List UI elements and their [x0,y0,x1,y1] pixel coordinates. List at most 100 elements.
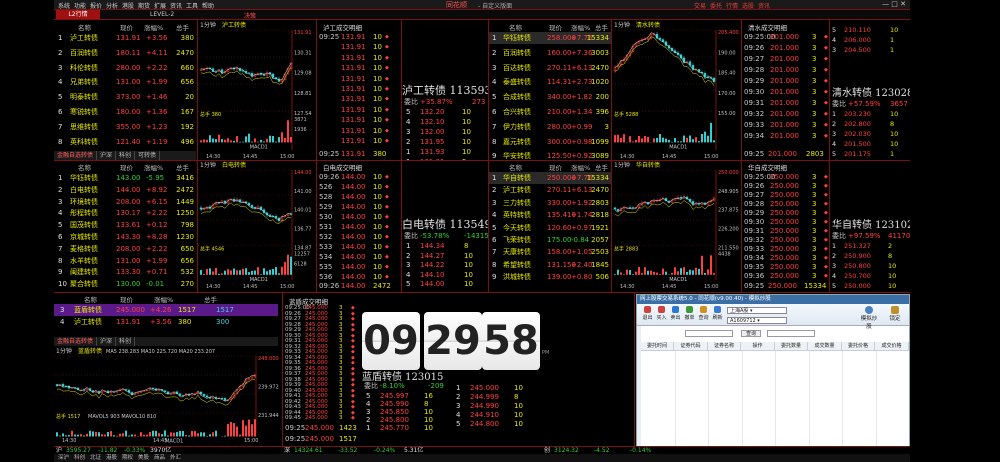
kline-chart-right-top[interactable]: 1分钟 清水转债 205.400 190.00 185.40 170.00 155.00 总手… [612,20,740,160]
table-row[interactable]: 1 华自转债 250.000 +7.76 15334 [489,172,611,184]
list-tab[interactable]: 金融自选转债 [54,337,98,346]
table-row[interactable]: 5 国茂转债 133.61 +0.12 798 [54,219,196,231]
kline-chart-mid[interactable]: 1分钟 白电转债144.00141.00140.01136.77134.87总手 … [198,160,316,290]
market-tab[interactable]: 港股 [106,454,117,462]
menu-item[interactable]: 资讯 [170,1,182,10]
table-row[interactable]: 2 百润转债 160.00 +7.36 3003 [489,47,611,59]
tab-l2[interactable]: L2行情 [56,10,100,19]
table-row[interactable]: 6 合兴转债 210.00 +1.34 396 [489,106,611,118]
kline-chart-top[interactable]: 1分钟 泸工转债131.91130.31129.08128.81127.54总手 … [198,20,316,160]
account-id-select[interactable]: A1609712 ▾ [727,317,787,324]
menu-item[interactable]: 报价 [90,1,102,10]
query-button[interactable]: 查询 [697,306,710,321]
table-row[interactable]: 4 泰盛转债 114.31 +2.73 1020 [489,76,611,88]
column-header[interactable]: 成交数量 [809,342,842,351]
list-tab[interactable]: 沪深 [97,151,117,160]
table-row[interactable]: 2 白电转债 144.00 +8.92 2472 [54,184,196,196]
table-row[interactable]: 4 泸工转债 131.91 +3.56 380 300 [54,316,278,328]
change: +8.92 [146,185,168,194]
right-menu-item[interactable]: 交易 [694,1,706,10]
right-menu-item[interactable]: 选股 [742,1,754,10]
column-header[interactable]: 成交价格 [876,342,909,351]
sell-button[interactable]: 卖出 [669,306,682,321]
menu-item[interactable]: 扩展 [154,1,166,10]
list-tab[interactable]: 可转债 [135,151,161,160]
right-menu-item[interactable]: 资讯 [758,1,770,10]
table-row[interactable]: 6 京城转债 143.30 +8.28 1230 [54,231,196,243]
column-header[interactable]: 证券名称 [708,342,741,351]
table-row[interactable]: 8 英科转债 121.40 +1.19 496 [54,136,196,148]
table-row[interactable]: 9 华安转债 125.50 +0.92 3089 [489,150,611,160]
table-row[interactable]: 3 科伦转债 280.00 +2.22 660 [54,62,196,74]
market-tab[interactable]: 科创 [74,454,85,462]
cancel-button[interactable]: 撤单 [683,306,696,321]
table-row[interactable]: 1 泸工转债 131.91 +3.56 380 [54,32,196,44]
lock-button[interactable]: 锁定 [885,306,905,322]
market-tab[interactable]: 商品 [154,454,165,462]
simulate-button[interactable]: 模拟炒股 [859,306,879,330]
table-row[interactable]: 5 合成转债 340.00 +1.82 200 [489,91,611,103]
table-row[interactable]: 3 蓝盾转债 245.000 +4.26 1517 1517 [54,304,278,316]
table-row[interactable]: 3 环境转债 208.00 +6.15 1449 [54,196,196,208]
tab-decision[interactable]: 决策 [244,11,256,20]
tab-level2[interactable]: LEVEL-2 [150,11,174,18]
table-row[interactable]: 8 嘉元转债 300.00 +0.98 1099 [489,136,611,148]
table-row[interactable]: 7 天康转债 158.00 +1.05 2503 [489,246,611,258]
right-menu-item[interactable]: 行情 [726,1,738,10]
table-row[interactable]: 5 今天转债 120.60 +0.97 1921 [489,222,611,234]
table-row[interactable]: 5 明泰转债 373.00 +1.46 20 [54,91,196,103]
table-row[interactable]: 3 百达转债 270.11 +6.13 2470 [489,62,611,74]
menu-item[interactable]: 期货 [138,1,150,10]
table-row[interactable]: 3 三力转债 330.00 +1.92 2803 [489,197,611,209]
table-row[interactable]: 4 彤程转债 130.17 +2.22 1250 [54,207,196,219]
table-row[interactable]: 6 寒锐转债 180.00 +1.36 167 [54,106,196,118]
buy-button[interactable]: 买入 [655,306,668,321]
menu-item[interactable]: 港股 [122,1,134,10]
table-row[interactable]: 7 麦格转债 208.00 +2.22 650 [54,243,196,255]
market-tab[interactable]: 外汇 [170,454,181,462]
menu-item[interactable]: 帮助 [202,1,214,10]
list-tab[interactable]: 金融自选转债 [54,151,98,160]
menu-item[interactable]: 工具 [186,1,198,10]
table-row[interactable]: 2 泸工转债 270.11 +6.13 2470 [489,184,611,196]
market-tab[interactable]: 美股 [138,454,149,462]
table-row[interactable]: 4 英特转债 135.410 +1.74 2818 [489,209,611,221]
list-tab[interactable]: 沪深 [97,337,117,346]
table-row[interactable]: 9 洪城转债 139.00 +0.80 506 [489,271,611,283]
account-select[interactable]: 上海A股 ▾ [727,307,787,314]
kline-chart-bottom[interactable]: 1分钟 蓝盾转债 MA5 238.283 MA10 225.720 MA20 233… [54,346,280,444]
table-row[interactable]: 9 闽建转债 133.30 +0.71 532 [54,266,196,278]
list-tab[interactable]: 科创 [116,337,136,346]
column-header[interactable]: 委托时间 [641,342,674,351]
right-menu-item[interactable]: 委托 [710,1,722,10]
menu-item[interactable]: 系统 [58,1,70,10]
kline-chart-right-mid[interactable]: 1分钟 华自转债250.000248.905237.875226.200211.5… [612,160,740,290]
table-row[interactable]: 1 华钰转债 258.000 +7.76 15334 [489,32,611,44]
table-row[interactable]: 6 飞荣转债 175.00 -0.84 2057 [489,234,611,246]
table-row[interactable]: 2 百润转债 180.11 +4.11 2470 [54,47,196,59]
column-header[interactable]: 委托数量 [775,342,808,351]
column-header[interactable]: 证券代码 [675,342,708,351]
window-controls[interactable]: — □ ✕ [882,0,906,8]
menu-item[interactable]: 功能 [74,1,86,10]
list-tab[interactable]: 科创 [116,151,136,160]
market-tab[interactable]: 期权 [122,454,133,462]
menu-item[interactable]: 分析 [106,1,118,10]
table-row[interactable]: 10 聚合转债 130.00 -0.01 270 [54,278,196,290]
column-header[interactable]: 委托价格 [842,342,875,351]
table-row[interactable]: 7 思维转债 355.00 +1.23 192 [54,121,196,133]
market-tab[interactable]: 北证 [90,454,101,462]
table-row[interactable]: 7 伊力转债 280.00 +0.99 3 [489,121,611,133]
table-row[interactable]: 4 兄弟转债 131.00 +1.99 656 [54,76,196,88]
market-tab[interactable]: 深沪 [58,454,69,462]
date-filter-2[interactable] [767,330,815,337]
refresh-button[interactable]: 刷新 [711,306,724,321]
query-button[interactable]: 查询 [741,330,761,337]
date-filter[interactable] [685,330,733,337]
table-row[interactable]: 1 华钰转债 143.00 -5.95 3416 [54,172,196,184]
exit-button[interactable]: 退出 [641,306,654,321]
table-row[interactable]: 8 水羊转债 131.00 +1.99 656 [54,255,196,267]
column-header[interactable]: 操作 [742,342,775,351]
table-row[interactable]: 8 希望转债 131.150 +2.40 1845 [489,259,611,271]
grid-line [842,351,843,461]
